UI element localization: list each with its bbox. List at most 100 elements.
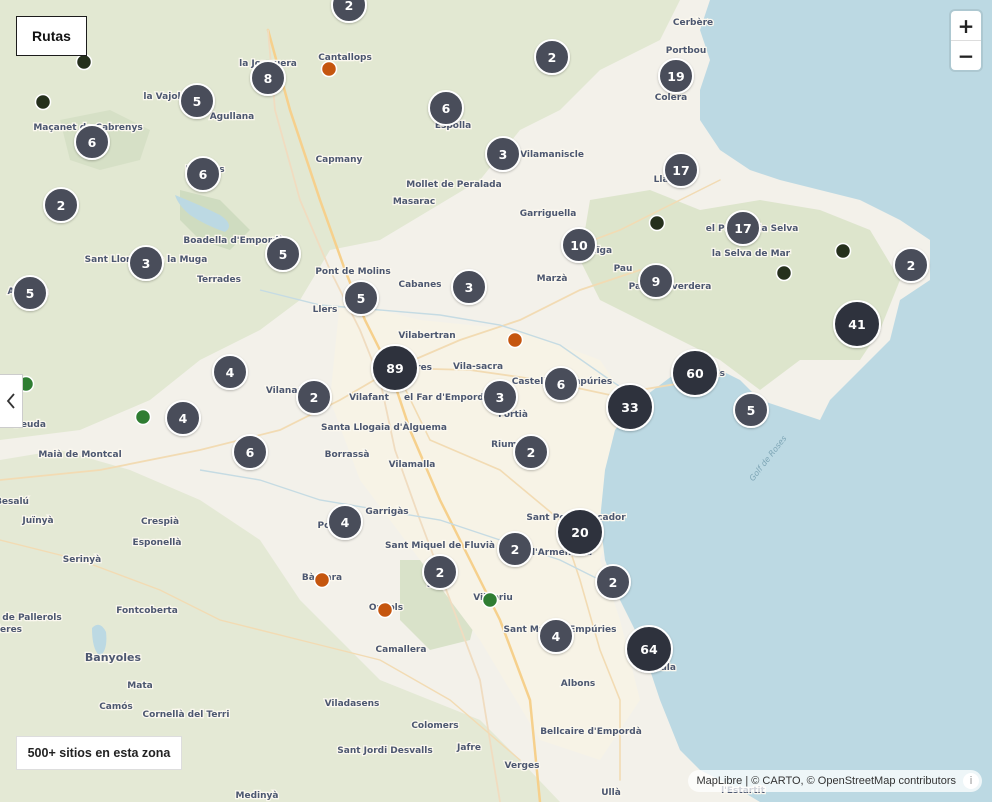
poi-marker-dark[interactable]: [648, 214, 666, 232]
poi-marker-orange[interactable]: [506, 331, 524, 349]
cluster-marker[interactable]: 2: [422, 554, 458, 590]
place-label: Ullà: [601, 788, 621, 798]
place-label: Colera: [655, 93, 688, 103]
cluster-marker[interactable]: 10: [561, 227, 597, 263]
cluster-count: 4: [179, 411, 188, 426]
cluster-marker[interactable]: 17: [725, 210, 761, 246]
poi-marker-orange[interactable]: [376, 601, 394, 619]
cluster-marker[interactable]: 9: [638, 263, 674, 299]
place-label: Besalú: [0, 497, 29, 507]
poi-marker-orange[interactable]: [320, 60, 338, 78]
cluster-marker[interactable]: 5: [733, 392, 769, 428]
cluster-marker[interactable]: 5: [265, 236, 301, 272]
cluster-count: 41: [848, 317, 865, 332]
routes-button[interactable]: Rutas: [16, 16, 87, 56]
cluster-marker[interactable]: 6: [185, 156, 221, 192]
cluster-marker[interactable]: 6: [543, 366, 579, 402]
place-label: Masarac: [393, 197, 435, 207]
cluster-marker[interactable]: 8: [250, 60, 286, 96]
cluster-count: 4: [341, 515, 350, 530]
info-icon[interactable]: i: [963, 773, 979, 789]
cluster-marker[interactable]: 20: [556, 508, 604, 556]
cluster-marker[interactable]: 2: [513, 434, 549, 470]
map-canvas[interactable]: CerbèrePortbouColeraCantallopsla Jonquer…: [0, 0, 992, 802]
cluster-marker[interactable]: 4: [538, 618, 574, 654]
cluster-marker[interactable]: 6: [74, 124, 110, 160]
cluster-count: 17: [672, 163, 689, 178]
cluster-marker[interactable]: 64: [625, 625, 673, 673]
cluster-count: 2: [310, 390, 319, 405]
place-label: Sant Feliu de Pallerols: [0, 613, 62, 623]
cluster-count: 6: [88, 135, 97, 150]
cluster-count: 10: [570, 238, 588, 253]
place-label: Jafre: [456, 743, 481, 753]
cluster-count: 19: [667, 69, 684, 84]
cluster-count: 20: [571, 525, 589, 540]
place-label: Cerbère: [673, 17, 713, 28]
cluster-count: 5: [357, 291, 366, 306]
poi-marker-green[interactable]: [481, 591, 499, 609]
cluster-marker[interactable]: 3: [451, 269, 487, 305]
cluster-marker[interactable]: 2: [497, 531, 533, 567]
cluster-marker[interactable]: 2: [296, 379, 332, 415]
place-label: Pau: [614, 264, 633, 274]
cluster-marker[interactable]: 3: [128, 245, 164, 281]
zoom-out-button[interactable]: −: [951, 41, 981, 70]
poi-marker-orange[interactable]: [313, 571, 331, 589]
place-label: Camós: [99, 701, 133, 712]
cluster-marker[interactable]: 4: [165, 400, 201, 436]
cluster-marker[interactable]: 5: [343, 280, 379, 316]
place-label: Cabanes: [398, 280, 441, 290]
place-label: Cornellà del Terri: [143, 710, 230, 720]
cluster-count: 33: [621, 400, 638, 415]
sidebar-toggle-button[interactable]: [0, 374, 23, 428]
cluster-count: 89: [386, 361, 403, 376]
cluster-marker[interactable]: 19: [658, 58, 694, 94]
cluster-marker[interactable]: 5: [179, 83, 215, 119]
poi-marker-green[interactable]: [134, 408, 152, 426]
cluster-marker[interactable]: 4: [327, 504, 363, 540]
attribution-text[interactable]: MapLibre | © CARTO, © OpenStreetMap cont…: [696, 775, 956, 787]
cluster-marker[interactable]: 3: [482, 379, 518, 415]
cluster-marker[interactable]: 2: [43, 187, 79, 223]
cluster-marker[interactable]: 2: [893, 247, 929, 283]
cluster-count: 2: [345, 0, 354, 13]
place-label: la Vajol: [143, 92, 180, 102]
place-label: Garriguella: [520, 209, 577, 219]
cluster-marker[interactable]: 33: [606, 383, 654, 431]
place-label: Santa Llogaia d'Àlguema: [321, 421, 447, 433]
place-label: Terrades: [197, 275, 241, 285]
poi-marker-dark[interactable]: [775, 264, 793, 282]
poi-marker-dark[interactable]: [34, 93, 52, 111]
cluster-count: 6: [557, 377, 566, 392]
cluster-marker[interactable]: 2: [534, 39, 570, 75]
cluster-marker[interactable]: 89: [371, 344, 419, 392]
place-label: Vilabertran: [398, 331, 455, 341]
place-label: Vilamalla: [389, 460, 436, 470]
cluster-marker[interactable]: 6: [428, 90, 464, 126]
place-label: Sant Miquel de Fluvià: [385, 541, 495, 551]
cluster-marker[interactable]: 3: [485, 136, 521, 172]
cluster-count: 6: [442, 101, 451, 116]
zoom-in-button[interactable]: +: [951, 11, 981, 40]
place-label: la Selva de Mar: [712, 249, 791, 259]
cluster-count: 3: [465, 280, 474, 295]
cluster-marker[interactable]: 6: [232, 434, 268, 470]
cluster-marker[interactable]: 2: [595, 564, 631, 600]
cluster-marker[interactable]: 4: [212, 354, 248, 390]
zoom-control: + −: [951, 11, 981, 70]
cluster-count: 5: [279, 247, 288, 262]
site-count-badge: 500+ sitios en esta zona: [16, 736, 182, 770]
cluster-count: 4: [226, 365, 235, 380]
poi-marker-dark[interactable]: [834, 242, 852, 260]
cluster-marker[interactable]: 5: [12, 275, 48, 311]
place-label: Banyoles: [85, 651, 142, 664]
place-label: Verges: [505, 761, 540, 771]
place-label: Pont de Molins: [315, 267, 390, 277]
cluster-marker[interactable]: 17: [663, 152, 699, 188]
place-label: Serinyà: [63, 555, 101, 565]
poi-marker-dark[interactable]: [75, 53, 93, 71]
cluster-marker[interactable]: 41: [833, 300, 881, 348]
place-label: Vila-sacra: [453, 362, 503, 372]
cluster-marker[interactable]: 60: [671, 349, 719, 397]
